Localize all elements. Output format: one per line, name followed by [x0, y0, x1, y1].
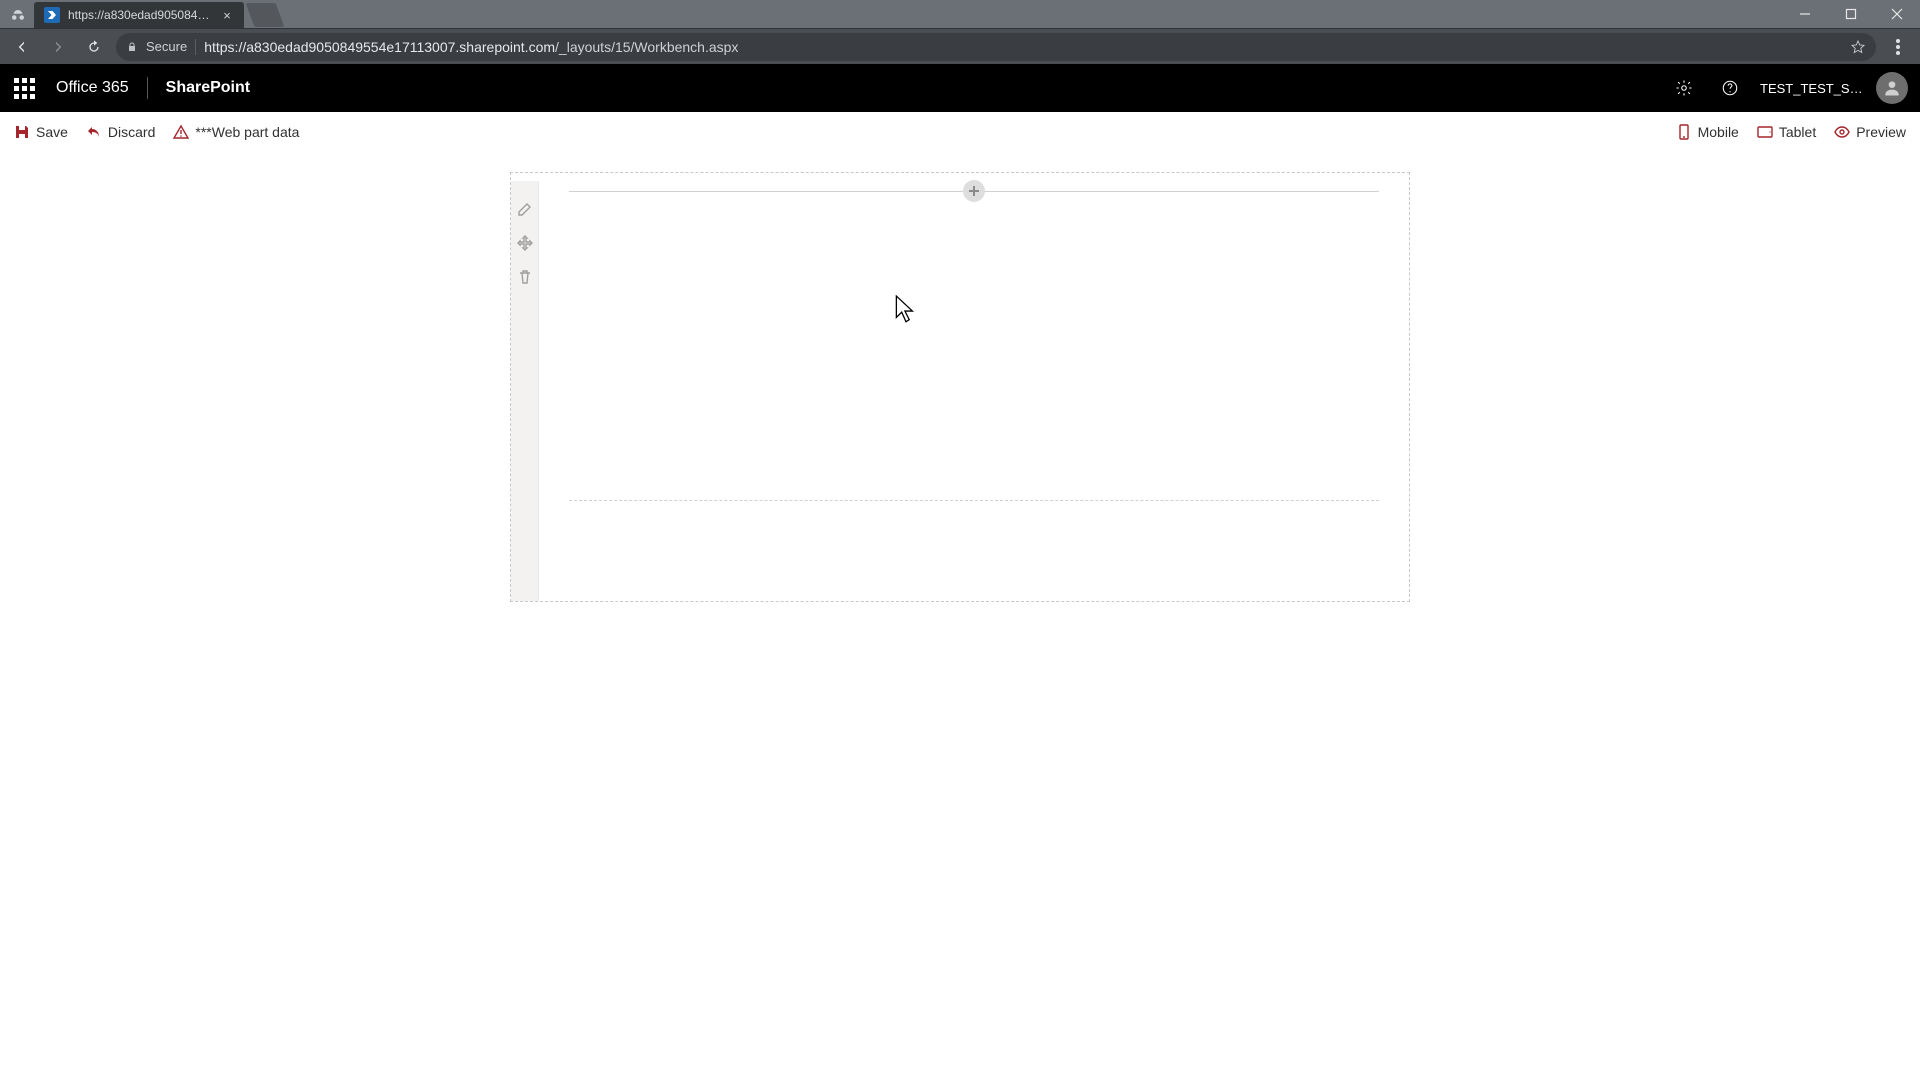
canvas-section[interactable]	[510, 172, 1410, 602]
add-webpart-divider	[569, 181, 1379, 201]
browser-tab[interactable]: https://a830edad905084… ×	[34, 2, 244, 28]
url-text: https://a830edad9050849554e17113007.shar…	[204, 39, 738, 55]
mobile-label: Mobile	[1698, 124, 1739, 140]
preview-label: Preview	[1856, 124, 1906, 140]
browser-address-bar: Secure https://a830edad9050849554e171130…	[0, 28, 1920, 64]
tab-title: https://a830edad905084…	[68, 8, 212, 22]
nav-forward-button	[44, 33, 72, 61]
tablet-icon	[1757, 124, 1773, 140]
section-toolbar	[511, 181, 539, 601]
secure-label: Secure	[146, 39, 187, 54]
window-minimize-button[interactable]	[1782, 0, 1828, 28]
save-label: Save	[36, 124, 68, 140]
browser-menu-button[interactable]	[1884, 33, 1912, 61]
webpart-data-button[interactable]: ***Web part data	[173, 124, 299, 140]
omnibox-divider	[195, 39, 196, 55]
new-tab-button[interactable]	[246, 3, 285, 27]
window-maximize-button[interactable]	[1828, 0, 1874, 28]
tab-favicon-icon	[44, 7, 60, 23]
workbench-canvas	[0, 152, 1920, 1080]
window-close-button[interactable]	[1874, 0, 1920, 28]
undo-icon	[86, 124, 102, 140]
save-icon	[14, 124, 30, 140]
webpart-drop-zone[interactable]	[569, 201, 1379, 501]
brand-area: Office 365 SharePoint	[56, 77, 250, 99]
canvas-page	[510, 172, 1410, 1080]
bookmark-star-icon[interactable]	[1850, 39, 1866, 55]
nav-reload-button[interactable]	[80, 33, 108, 61]
section-body	[539, 181, 1409, 601]
webpart-data-label: ***Web part data	[195, 124, 299, 140]
user-avatar[interactable]	[1876, 72, 1908, 104]
mobile-icon	[1676, 124, 1692, 140]
brand-divider	[147, 77, 148, 99]
incognito-icon	[6, 4, 30, 28]
move-section-button[interactable]	[515, 233, 535, 253]
delete-section-button[interactable]	[515, 267, 535, 287]
warning-icon	[173, 124, 189, 140]
discard-label: Discard	[108, 124, 155, 140]
tablet-view-button[interactable]: Tablet	[1757, 124, 1816, 140]
add-webpart-button[interactable]	[963, 180, 985, 202]
nav-back-button[interactable]	[8, 33, 36, 61]
app-launcher-button[interactable]	[0, 64, 48, 112]
browser-tab-strip: https://a830edad905084… ×	[0, 0, 1920, 28]
preview-icon	[1834, 124, 1850, 140]
mobile-view-button[interactable]: Mobile	[1676, 124, 1739, 140]
office-365-label[interactable]: Office 365	[56, 79, 129, 97]
tab-close-icon[interactable]: ×	[220, 8, 234, 22]
lock-icon	[126, 41, 138, 53]
window-controls	[1782, 0, 1920, 28]
user-name-label[interactable]: TEST_TEST_SP…	[1754, 81, 1874, 96]
suite-bar: Office 365 SharePoint TEST_TEST_SP…	[0, 64, 1920, 112]
sharepoint-label[interactable]: SharePoint	[166, 79, 250, 97]
waffle-icon	[14, 78, 35, 99]
settings-button[interactable]	[1662, 64, 1706, 112]
help-button[interactable]	[1708, 64, 1752, 112]
preview-button[interactable]: Preview	[1834, 124, 1906, 140]
save-button[interactable]: Save	[14, 124, 68, 140]
discard-button[interactable]: Discard	[86, 124, 155, 140]
edit-section-button[interactable]	[515, 199, 535, 219]
command-bar: Save Discard ***Web part data	[0, 112, 1920, 152]
omnibox[interactable]: Secure https://a830edad9050849554e171130…	[116, 33, 1876, 61]
tablet-label: Tablet	[1779, 124, 1816, 140]
